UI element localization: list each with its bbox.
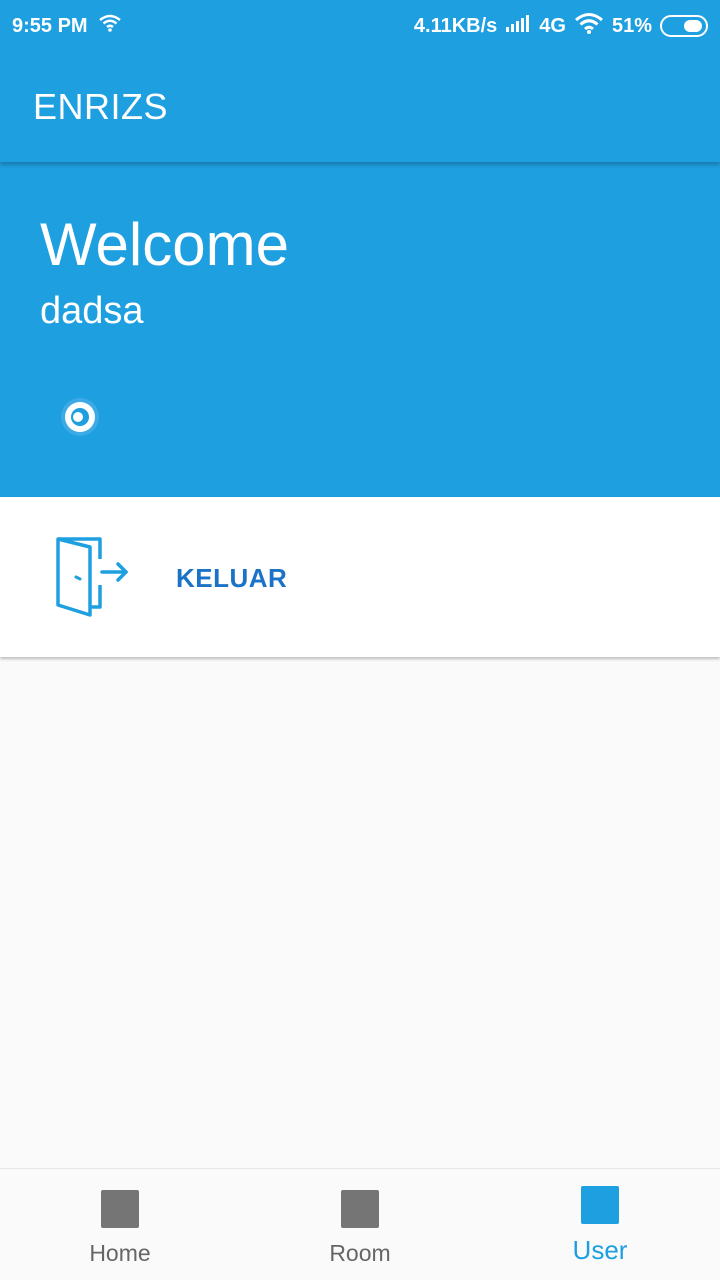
logout-label: KELUAR (176, 563, 288, 593)
nav-label-room: Room (329, 1240, 391, 1266)
signal-icon (505, 13, 531, 39)
network-type: 4G (539, 14, 566, 37)
logout-button[interactable]: KELUAR (0, 497, 720, 657)
nav-item-room[interactable]: Room (240, 1169, 480, 1280)
status-left: 9:55 PM (12, 14, 122, 38)
app-bar: ENRIZS (0, 52, 720, 162)
welcome-title: Welcome (40, 211, 289, 278)
screen: 9:55 PM 4.11KB/s 4G 51% ENRIZS Welcome d… (0, 0, 720, 1280)
status-right: 4.11KB/s 4G 51% (414, 12, 708, 40)
app-title: ENRIZS (33, 86, 169, 127)
nav-item-home[interactable]: Home (0, 1169, 240, 1280)
battery-percent: 51% (611, 14, 652, 37)
welcome-header: Welcome dadsa (0, 162, 720, 497)
door-exit-icon (50, 535, 132, 619)
wifi-status-icon (574, 12, 604, 40)
user-icon (581, 1186, 619, 1224)
avatar-icon (58, 395, 102, 439)
battery-level (683, 20, 702, 32)
bottom-navigation: Home Room User (0, 1168, 720, 1280)
status-time: 9:55 PM (12, 14, 88, 37)
welcome-username: dadsa (40, 290, 144, 332)
network-speed: 4.11KB/s (413, 14, 498, 37)
room-icon (341, 1190, 379, 1228)
nav-label-user: User (572, 1235, 628, 1265)
nav-item-user[interactable]: User (480, 1169, 720, 1280)
battery-icon (660, 15, 708, 37)
home-icon (101, 1190, 139, 1228)
status-bar: 9:55 PM 4.11KB/s 4G 51% (0, 0, 720, 52)
wifi-icon (98, 14, 122, 38)
nav-label-home: Home (89, 1240, 151, 1266)
